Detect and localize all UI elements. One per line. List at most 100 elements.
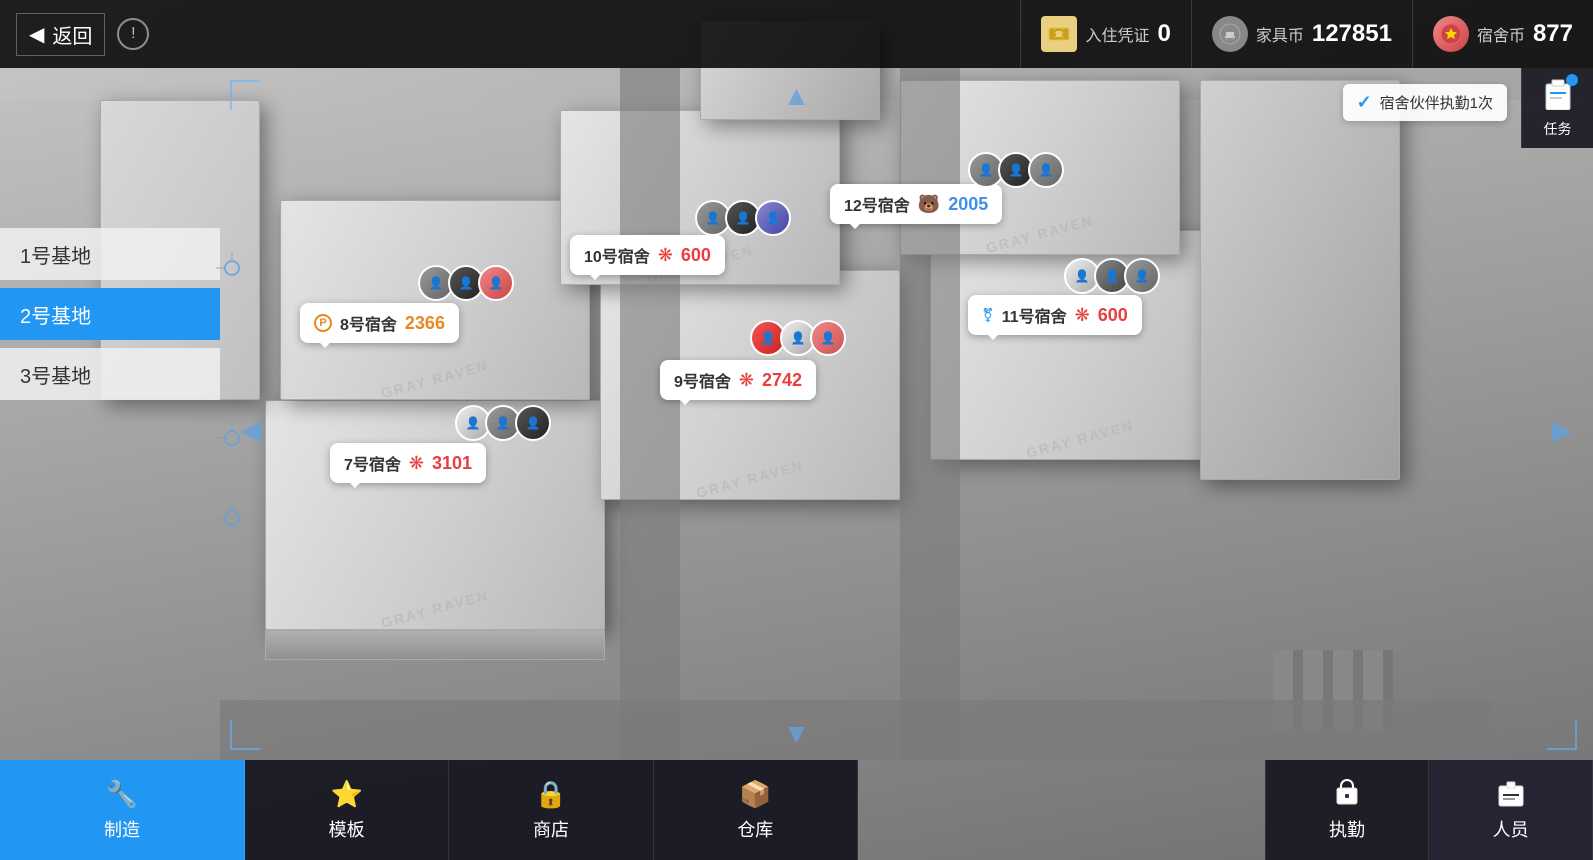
dorm-11-score: 600	[1098, 305, 1128, 326]
dorm-9-name: 9号宿舍	[674, 368, 731, 392]
building-8-label: GRAY RAVEN	[379, 357, 490, 401]
bottom-nav: 🔧 制造 ⭐ 模板 🔒 商店 📦 仓库 执勤 人员	[0, 760, 1593, 860]
nav-spacer	[858, 760, 1265, 860]
dorm-12-icon: 🐻	[918, 194, 940, 215]
dorm-11-gender-icon: ⚧	[982, 307, 994, 324]
ticket-icon	[1041, 16, 1077, 52]
arrow-left[interactable]: ◀	[240, 414, 262, 447]
avatar: 👤	[1028, 152, 1064, 188]
avatar-group-11: 👤 👤 👤	[1064, 258, 1160, 294]
road-v	[620, 68, 680, 760]
ticket-value: 0	[1157, 20, 1170, 48]
furniture-label: 家具币	[1256, 22, 1304, 46]
building-7-base	[265, 630, 605, 660]
template-label: 模板	[329, 816, 365, 842]
task-notification: ✓ 宿舍伙伴执勤1次	[1343, 84, 1507, 121]
dorm-7-icon: ❋	[409, 453, 424, 474]
avatar: 👤	[1124, 258, 1160, 294]
dorm-11-icon: ❋	[1075, 305, 1090, 326]
furniture-icon	[1212, 16, 1248, 52]
sidebar: 1号基地 2号基地 3号基地	[0, 68, 220, 420]
avatar-group-9: 👤 👤 👤	[750, 320, 846, 356]
hud-corner-br	[1547, 720, 1577, 750]
dorm-currency-label: 宿舍币	[1477, 22, 1525, 46]
avatar-group-10: 👤 👤 👤	[695, 200, 791, 236]
dorm-currency-icon	[1433, 16, 1469, 52]
furniture-value: 127851	[1312, 20, 1392, 48]
duty-icon	[1331, 778, 1363, 810]
hud-corner-tl	[230, 80, 260, 110]
currency-dorm: 宿舍币 877	[1412, 0, 1593, 68]
road-v2	[900, 68, 960, 760]
warehouse-label: 仓库	[737, 816, 773, 842]
dorm-11-name: 11号宿舍	[1002, 303, 1067, 327]
task-badge	[1566, 74, 1578, 86]
nav-item-craft[interactable]: 🔧 制造	[0, 760, 245, 860]
building-7[interactable]: GRAY RAVEN	[265, 400, 605, 630]
sidebar-item-base1[interactable]: 1号基地	[0, 228, 220, 280]
building-7-label: GRAY RAVEN	[379, 587, 490, 631]
dorm-10-name: 10号宿舍	[584, 243, 650, 267]
back-button[interactable]: ◀ 返回	[16, 13, 105, 56]
avatar-group-12: 👤 👤 👤	[968, 152, 1064, 188]
dorm-card-12[interactable]: 12号宿舍 🐻 2005	[830, 184, 1002, 224]
dorm-card-9[interactable]: 9号宿舍 ❋ 2742	[660, 360, 816, 400]
dorm-card-8[interactable]: P 8号宿舍 2366	[300, 303, 459, 343]
task-button-label: 任务	[1544, 119, 1572, 139]
avatar: 👤	[515, 405, 551, 441]
dorm-currency-value: 877	[1533, 20, 1573, 48]
back-arrow-icon: ◀	[29, 22, 44, 47]
nav-item-staff[interactable]: 人员	[1429, 760, 1593, 860]
crosshair-1	[224, 260, 240, 276]
task-notification-text: 宿舍伙伴执勤1次	[1380, 92, 1493, 113]
arrow-down[interactable]: ▼	[783, 718, 811, 750]
building-9-label: GRAY RAVEN	[694, 457, 805, 501]
dorm-12-name: 12号宿舍	[844, 192, 910, 216]
dorm-9-icon: ❋	[739, 370, 754, 391]
dorm-7-score: 3101	[432, 453, 472, 474]
nav-item-duty[interactable]: 执勤	[1265, 760, 1430, 860]
dorm-8-score: 2366	[405, 313, 445, 334]
crosshair-3	[224, 510, 240, 526]
avatar: 👤	[810, 320, 846, 356]
staff-label: 人员	[1493, 816, 1529, 842]
nav-item-shop[interactable]: 🔒 商店	[449, 760, 653, 860]
craft-label: 制造	[104, 816, 140, 842]
template-icon: ⭐	[330, 779, 362, 810]
shop-icon: 🔒	[535, 779, 567, 810]
task-check-icon: ✓	[1357, 92, 1372, 113]
staff-icon	[1495, 778, 1527, 810]
duty-label: 执勤	[1329, 816, 1365, 842]
info-button[interactable]: !	[117, 18, 149, 50]
nav-item-template[interactable]: ⭐ 模板	[245, 760, 449, 860]
dorm-card-10[interactable]: 10号宿舍 ❋ 600	[570, 235, 725, 275]
arrow-right[interactable]: ▶	[1551, 414, 1573, 447]
sidebar-item-base2[interactable]: 2号基地	[0, 288, 220, 340]
base3-label: 3号基地	[20, 360, 91, 389]
back-label: 返回	[52, 20, 92, 49]
dorm-8-name: 8号宿舍	[340, 311, 397, 335]
dorm-9-score: 2742	[762, 370, 802, 391]
dorm-10-icon: ❋	[658, 245, 673, 266]
dorm-card-7[interactable]: 7号宿舍 ❋ 3101	[330, 443, 486, 483]
base2-label: 2号基地	[20, 300, 91, 329]
currency-bar: 入住凭证 0 家具币 127851	[1020, 0, 1593, 68]
craft-icon: 🔧	[106, 779, 138, 810]
bg-building-2	[1200, 80, 1400, 480]
sidebar-item-base3[interactable]: 3号基地	[0, 348, 220, 400]
road-h	[220, 700, 1493, 760]
base1-label: 1号基地	[20, 240, 91, 269]
avatar: 👤	[478, 265, 514, 301]
dorm-card-11[interactable]: ⚧ 11号宿舍 ❋ 600	[968, 295, 1142, 335]
arrow-up[interactable]: ▲	[783, 80, 811, 112]
header-left: ◀ 返回 !	[0, 13, 149, 56]
warehouse-icon: 📦	[739, 779, 771, 810]
info-icon: !	[131, 25, 135, 43]
task-button[interactable]: 任务	[1521, 68, 1593, 148]
avatar-group-7: 👤 👤 👤	[455, 405, 551, 441]
hud-corner-bl	[230, 720, 260, 750]
nav-item-warehouse[interactable]: 📦 仓库	[654, 760, 858, 860]
header: ◀ 返回 ! 入住凭证 0	[0, 0, 1593, 68]
avatar: 👤	[755, 200, 791, 236]
active-indicator	[0, 308, 6, 320]
